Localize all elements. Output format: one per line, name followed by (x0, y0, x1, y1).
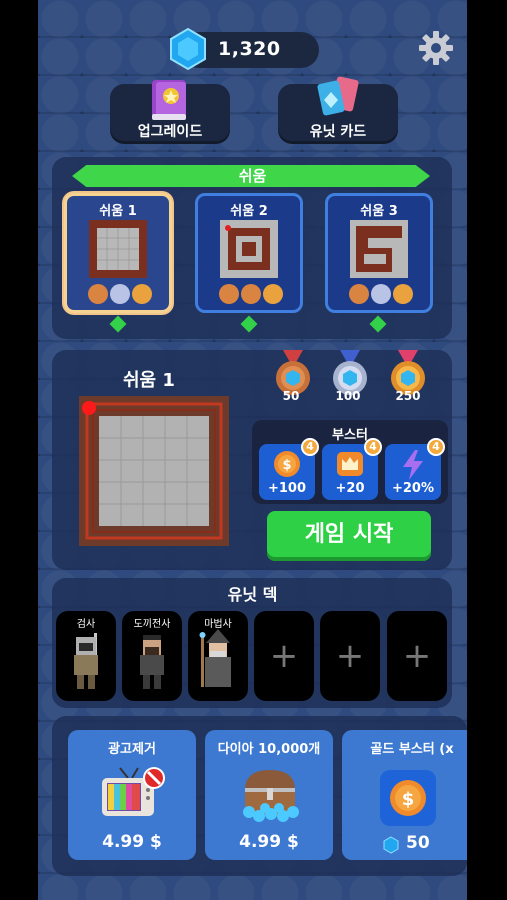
deck-slot-empty[interactable]: + (387, 611, 447, 701)
bronze-medal-icon (219, 284, 239, 304)
deck-slot-mage[interactable]: 마법사 (188, 611, 248, 701)
add-unit-icon: + (402, 636, 432, 676)
medal-row (349, 284, 413, 304)
booster-count: 4 (301, 438, 319, 456)
gold-reward: 250 (395, 389, 421, 403)
remove-ads-offer[interactable]: 광고제거 4.99 $ (68, 730, 196, 860)
booster-value: +20 (335, 481, 365, 496)
diamond-pack-offer[interactable]: 다이아 10,000개 4.99 $ (205, 730, 333, 860)
add-unit-icon: + (269, 636, 299, 676)
cards-icon (317, 76, 359, 116)
stage-card-title: 쉬움 2 (230, 204, 268, 219)
stage-map-thumbnail (350, 220, 408, 278)
settings-gear-icon[interactable] (418, 30, 454, 66)
svg-text:$: $ (402, 789, 415, 810)
game-screen: 1,320 업그레이드 유닛 카드 쉬움 쉬움 1 쉬움 2 쉬움 3 쉬움 1… (38, 0, 467, 900)
offer-price: 4.99 $ (102, 832, 162, 852)
bronze-medal-icon (88, 284, 108, 304)
axe-warrior-icon (140, 635, 164, 689)
treasure-chest-icon (243, 770, 299, 822)
upgrade-label: 업그레이드 (137, 124, 203, 140)
gem-icon (170, 27, 206, 71)
swordsman-icon (74, 633, 98, 689)
gem-count: 1,320 (218, 38, 281, 60)
stage-card-3[interactable]: 쉬움 3 (325, 193, 433, 313)
speed-booster[interactable]: 4 +20% (385, 438, 445, 500)
deck-slot-empty[interactable]: + (320, 611, 380, 701)
unit-deck-title: 유닛 덱 (227, 585, 278, 604)
coin-icon: $ (390, 780, 426, 816)
booster-count: 4 (427, 438, 445, 456)
offer-title: 골드 부스터 (x (370, 742, 454, 757)
booster-title: 부스터 (332, 428, 368, 443)
deck-slot-swordsman[interactable]: 검사 (56, 611, 116, 701)
gold-booster-tile: $ (380, 770, 436, 826)
gold-medal-icon (393, 284, 413, 304)
stage-title: 쉬움 1 (123, 370, 175, 391)
unit-name: 마법사 (204, 619, 232, 630)
booster-value: +20% (391, 481, 434, 496)
stage-card-2[interactable]: 쉬움 2 (195, 193, 303, 313)
unit-cards-button[interactable]: 유닛 카드 (278, 76, 398, 144)
gold-medal-icon (132, 284, 152, 304)
booster-count: 4 (364, 438, 382, 456)
bronze-medal-icon (349, 284, 369, 304)
stage-map-thumbnail (89, 220, 147, 278)
mage-icon (199, 629, 231, 687)
crown-booster[interactable]: 4 +20 (322, 438, 382, 500)
offer-price: 50 (406, 833, 430, 853)
deck-slot-axe-warrior[interactable]: 도끼전사 (122, 611, 182, 701)
gem-icon (383, 836, 399, 854)
silver-medal-icon (371, 284, 391, 304)
medal-row (219, 284, 283, 304)
add-unit-icon: + (335, 636, 365, 676)
offer-price: 4.99 $ (239, 832, 299, 852)
tv-no-ads-icon (102, 767, 165, 816)
coin-booster[interactable]: $ 4 +100 (259, 438, 319, 500)
gold-medal-icon (263, 284, 283, 304)
start-game-button[interactable]: 게임 시작 (267, 511, 431, 561)
crown-icon (337, 452, 363, 476)
upgrade-button[interactable]: 업그레이드 (110, 80, 230, 144)
lightning-icon (403, 450, 423, 480)
silver-reward: 100 (335, 389, 361, 403)
unit-name: 검사 (76, 619, 96, 630)
stage-card-title: 쉬움 3 (360, 204, 398, 219)
offer-title: 광고제거 (108, 742, 156, 757)
difficulty-label: 쉬움 (238, 167, 267, 185)
svg-text:$: $ (282, 458, 291, 473)
stage-map-preview (79, 396, 229, 546)
bronze-medal-icon (241, 284, 261, 304)
unit-name: 도끼전사 (133, 619, 171, 630)
bronze-reward: 50 (282, 389, 300, 403)
gold-booster-offer[interactable]: 골드 부스터 (x $ 50 (342, 730, 467, 860)
stage-map-thumbnail (220, 220, 278, 278)
stage-card-1[interactable]: 쉬움 1 (64, 193, 172, 313)
coin-icon: $ (274, 451, 300, 477)
medal-row (88, 284, 152, 304)
booster-value: +100 (267, 481, 307, 496)
silver-medal-icon (110, 284, 130, 304)
deck-slot-empty[interactable]: + (254, 611, 314, 701)
unit-cards-label: 유닛 카드 (309, 124, 367, 140)
spellbook-icon (152, 80, 186, 120)
offer-title: 다이아 10,000개 (217, 742, 321, 757)
stage-card-title: 쉬움 1 (99, 204, 137, 219)
